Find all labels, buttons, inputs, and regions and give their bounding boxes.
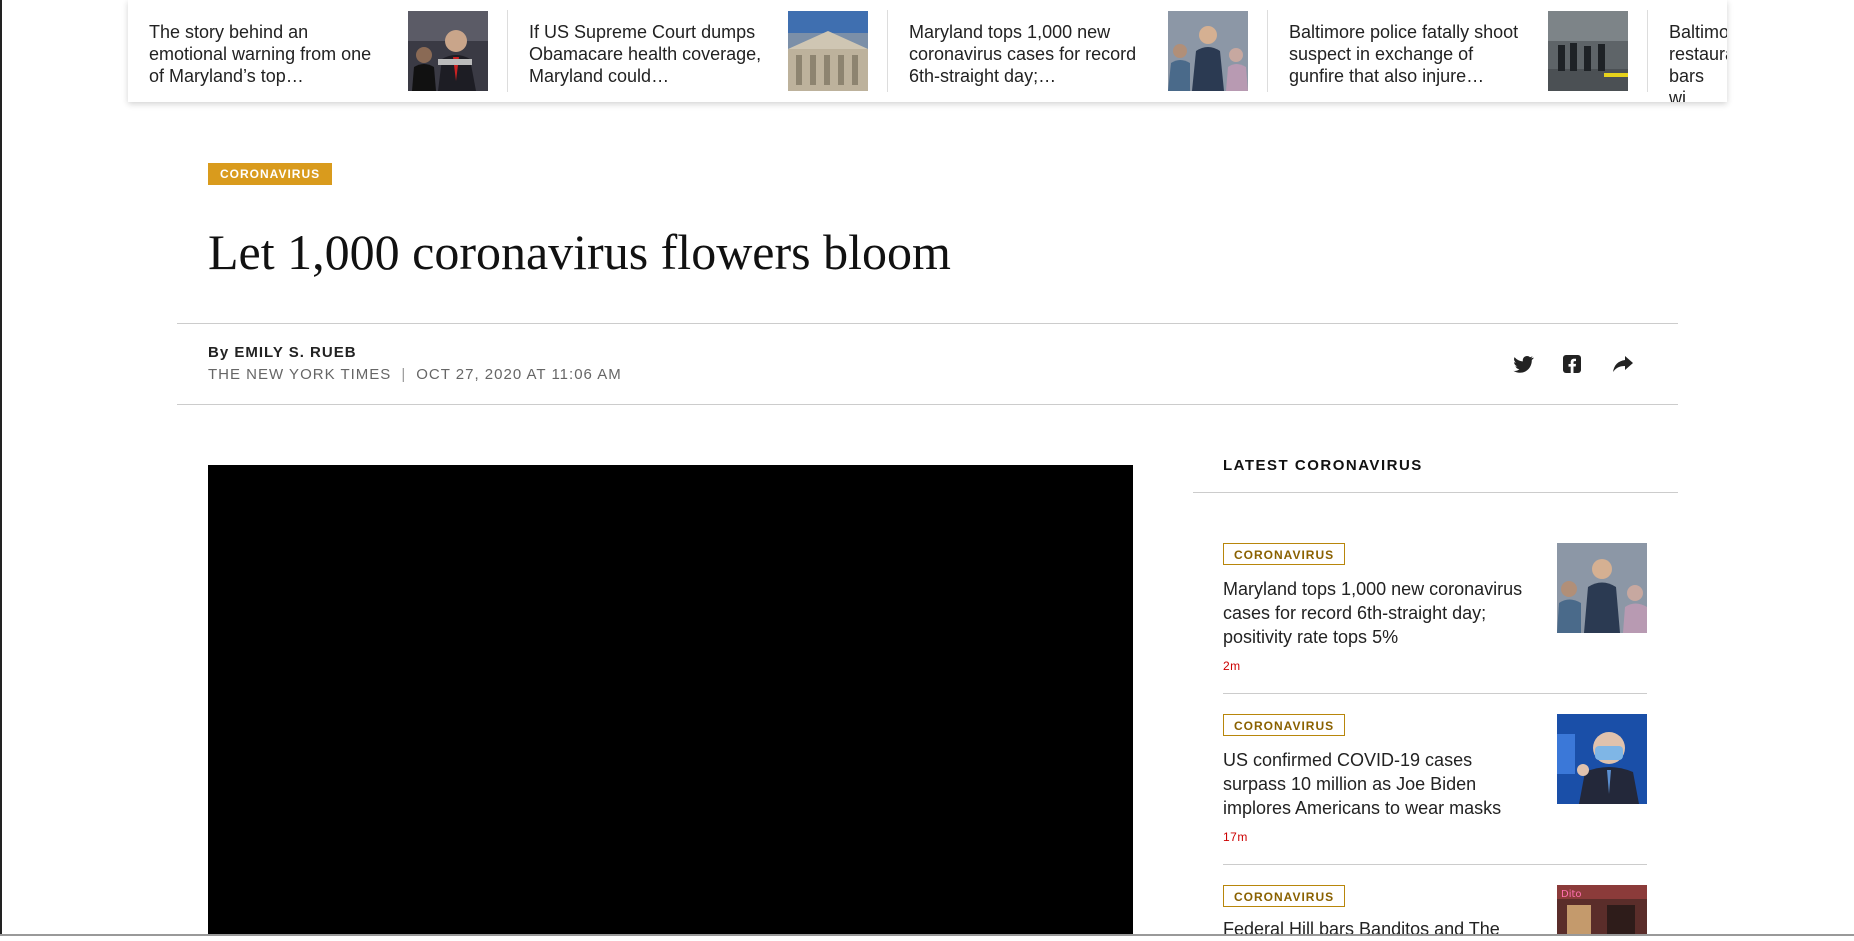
dateline: THE NEW YORK TIMES | OCT 27, 2020 AT 11:06… [208,366,622,383]
article-headline: Let 1,000 coronavirus flowers bloom [208,224,951,280]
card-section-tag[interactable]: CORONAVIRUS [1223,543,1346,565]
strip-item-1[interactable]: The story behind an emotional warning fr… [128,0,508,102]
author-name[interactable]: EMILY S. RUEB [234,344,356,361]
card-divider [1223,864,1647,865]
strip-item-headline[interactable]: If US Supreme Court dumps Obamacare heal… [529,21,769,87]
card-timestamp: 2m [1223,659,1241,673]
header-divider-bottom [177,404,1678,405]
card-thumbnail[interactable] [1557,714,1647,804]
top-headline-strip: The story behind an emotional warning fr… [128,0,1727,102]
share-arrow-icon[interactable] [1611,352,1635,376]
card-section-tag[interactable]: CORONAVIRUS [1223,885,1346,907]
card-headline[interactable]: Maryland tops 1,000 new coronavirus case… [1223,577,1523,649]
card-headline[interactable]: Federal Hill bars Banditos and The [1223,917,1523,941]
strip-item-4[interactable]: Baltimore police fatally shoot suspect i… [1268,0,1648,102]
strip-item-thumbnail[interactable] [408,11,488,91]
card-thumbnail[interactable]: Dito [1557,885,1647,936]
strip-item-3[interactable]: Maryland tops 1,000 new coronavirus case… [888,0,1268,102]
card-section-tag[interactable]: CORONAVIRUS [1223,714,1346,736]
section-kicker[interactable]: CORONAVIRUS [208,163,333,185]
card-headline[interactable]: US confirmed COVID-19 cases surpass 10 m… [1223,748,1523,820]
sidebar-title: LATEST CORONAVIRUS [1223,457,1423,474]
svg-text:Dito: Dito [1561,889,1582,900]
byline-prefix: By [208,344,230,361]
byline: By EMILY S. RUEB [208,344,357,361]
facebook-icon[interactable] [1560,352,1584,376]
strip-item-thumbnail[interactable] [1548,11,1628,91]
card-thumbnail[interactable] [1557,543,1647,633]
header-divider-top [177,323,1678,324]
left-edge-rule [0,0,2,936]
source-name: THE NEW YORK TIMES [208,366,392,383]
twitter-icon[interactable] [1511,352,1535,376]
video-player[interactable] [208,465,1133,936]
strip-item-thumbnail[interactable] [788,11,868,91]
card-divider [1223,693,1647,694]
publish-date: OCT 27, 2020 AT 11:06 AM [416,366,622,383]
strip-item-thumbnail[interactable] [1168,11,1248,91]
strip-item-2[interactable]: If US Supreme Court dumps Obamacare heal… [508,0,888,102]
card-timestamp: 17m [1223,830,1248,844]
dateline-separator: | [401,366,407,383]
sidebar-title-divider [1193,492,1678,493]
strip-item-headline[interactable]: Baltimore restaurants bars wi… [1669,21,1727,102]
strip-item-headline[interactable]: The story behind an emotional warning fr… [149,21,389,87]
strip-item-5[interactable]: Baltimore restaurants bars wi… [1648,0,1727,102]
strip-item-headline[interactable]: Maryland tops 1,000 new coronavirus case… [909,21,1149,87]
strip-item-headline[interactable]: Baltimore police fatally shoot suspect i… [1289,21,1529,87]
